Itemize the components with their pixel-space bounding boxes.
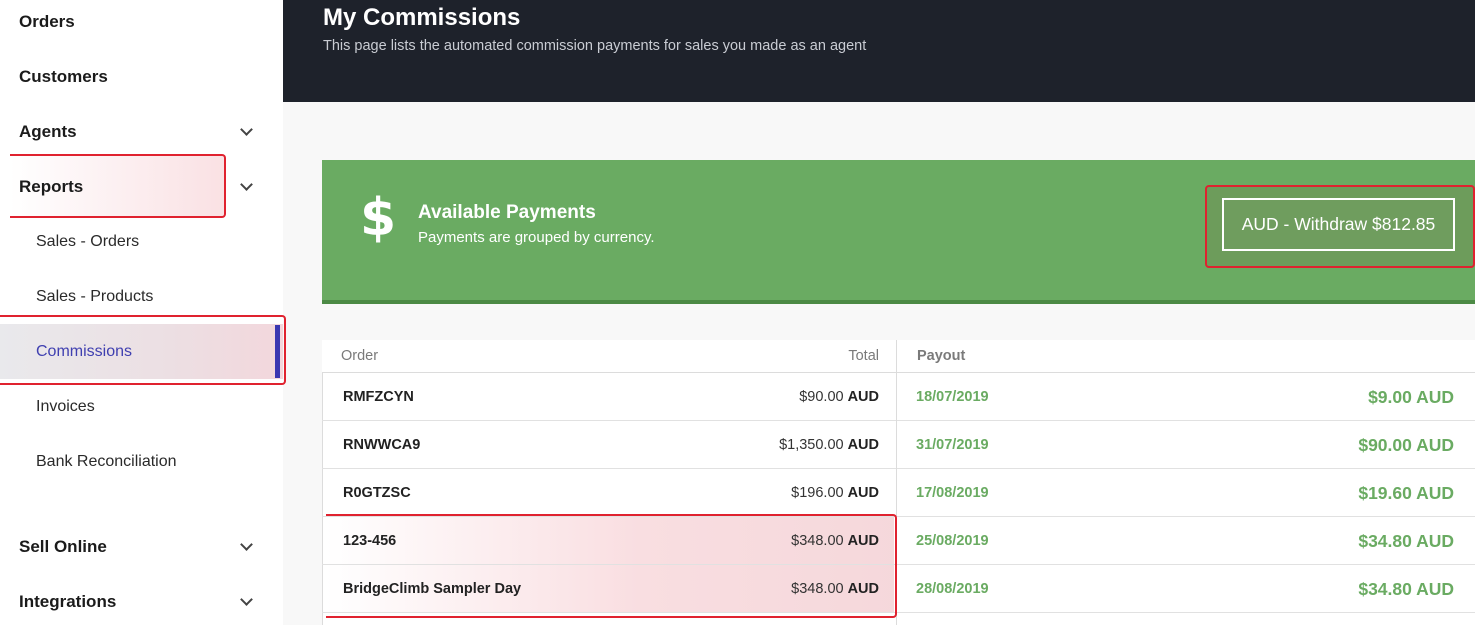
column-header-payout: Payout bbox=[917, 348, 966, 364]
sidebar-item-label: Commissions bbox=[36, 342, 133, 360]
payout-amount: $9.00 AUD bbox=[1368, 386, 1454, 407]
payout-date: 31/07/2019 bbox=[916, 437, 989, 453]
chevron-down-icon[interactable] bbox=[240, 177, 253, 191]
sidebar-item-label: Integrations bbox=[19, 591, 117, 611]
order-id: BridgeClimb Sampler Day bbox=[343, 581, 522, 597]
sidebar-item-sales-orders[interactable]: Sales - Orders bbox=[0, 214, 283, 269]
column-divider bbox=[896, 340, 897, 625]
order-total: $196.00 AUD bbox=[791, 485, 879, 501]
payout-amount: $19.60 AUD bbox=[1358, 482, 1454, 503]
sidebar-item-sales-products[interactable]: Sales - Products bbox=[0, 269, 283, 324]
table-row[interactable]: R0GTZSC $196.00 AUD 17/08/2019 $19.60 AUD bbox=[322, 469, 1475, 517]
order-total: $348.00 AUD bbox=[791, 581, 879, 597]
payout-date: 28/08/2019 bbox=[916, 581, 989, 597]
column-header-order: Order bbox=[341, 348, 379, 364]
payout-amount: $34.80 AUD bbox=[1358, 578, 1454, 599]
sidebar-item-commissions[interactable]: Commissions bbox=[0, 324, 283, 379]
banner-title: Available Payments bbox=[418, 202, 596, 223]
sidebar-item-label: Invoices bbox=[36, 397, 95, 415]
column-header-total: Total bbox=[848, 348, 879, 364]
sidebar-item-label: Customers bbox=[19, 66, 108, 86]
sidebar-item-sell-online[interactable]: Sell Online bbox=[0, 519, 283, 574]
sidebar-item-customers[interactable]: Customers bbox=[0, 49, 283, 104]
active-indicator bbox=[275, 325, 280, 378]
withdraw-button[interactable]: AUD - Withdraw $812.85 bbox=[1222, 198, 1455, 251]
app-root: Orders Customers Agents Reports Sales - … bbox=[0, 0, 1475, 625]
sidebar-item-label: Agents bbox=[19, 121, 77, 141]
payout-amount: $34.80 AUD bbox=[1358, 530, 1454, 551]
commissions-table: Order Total Payout RMFZCYN $90.00 AUD 18/… bbox=[322, 340, 1475, 625]
sidebar-item-agents[interactable]: Agents bbox=[0, 104, 283, 159]
sidebar-item-label: Orders bbox=[19, 11, 75, 31]
table-row[interactable]: 123-456 $348.00 AUD 25/08/2019 $34.80 AUD bbox=[322, 517, 1475, 565]
order-id: RMFZCYN bbox=[343, 389, 414, 405]
page-description: This page lists the automated commission… bbox=[323, 38, 867, 54]
order-total: $1,350.00 AUD bbox=[779, 437, 879, 453]
sidebar-item-label: Sales - Orders bbox=[36, 232, 140, 250]
order-id: RNWWCA9 bbox=[343, 437, 421, 453]
order-total: $348.00 AUD bbox=[791, 533, 879, 549]
sidebar-item-integrations[interactable]: Integrations bbox=[0, 574, 283, 625]
page-header: My Commissions This page lists the autom… bbox=[283, 0, 1475, 102]
order-total: $90.00 AUD bbox=[799, 389, 879, 405]
chevron-down-icon[interactable] bbox=[240, 537, 253, 551]
table-row[interactable]: BridgeClimb Sampler Day $348.00 AUD 28/08… bbox=[322, 565, 1475, 613]
order-id: 123-456 bbox=[343, 533, 397, 549]
banner-subtitle: Payments are grouped by currency. bbox=[418, 229, 655, 246]
payout-date: 17/08/2019 bbox=[916, 485, 989, 501]
chevron-down-icon[interactable] bbox=[240, 592, 253, 606]
sidebar-item-orders[interactable]: Orders bbox=[0, 0, 283, 49]
order-id: R0GTZSC bbox=[343, 485, 411, 501]
sidebar-item-reports[interactable]: Reports bbox=[0, 159, 283, 214]
sidebar-item-label: Sell Online bbox=[19, 536, 107, 556]
payout-date: 18/07/2019 bbox=[916, 389, 989, 405]
sidebar: Orders Customers Agents Reports Sales - … bbox=[0, 0, 286, 625]
sidebar-item-bank-reconciliation[interactable]: Bank Reconciliation bbox=[0, 434, 283, 489]
payout-amount: $90.00 AUD bbox=[1358, 434, 1454, 455]
page-title: My Commissions bbox=[323, 4, 521, 31]
sidebar-item-label: Sales - Products bbox=[36, 287, 154, 305]
dollar-icon: $ bbox=[360, 188, 397, 248]
sidebar-item-invoices[interactable]: Invoices bbox=[0, 379, 283, 434]
table-row[interactable]: RMFZCYN $90.00 AUD 18/07/2019 $9.00 AUD bbox=[322, 373, 1475, 421]
table-row[interactable]: RNWWCA9 $1,350.00 AUD 31/07/2019 $90.00 A… bbox=[322, 421, 1475, 469]
payout-date: 25/08/2019 bbox=[916, 533, 989, 549]
sidebar-item-label: Bank Reconciliation bbox=[36, 452, 177, 470]
chevron-down-icon[interactable] bbox=[240, 122, 253, 136]
sidebar-item-label: Reports bbox=[19, 176, 84, 196]
